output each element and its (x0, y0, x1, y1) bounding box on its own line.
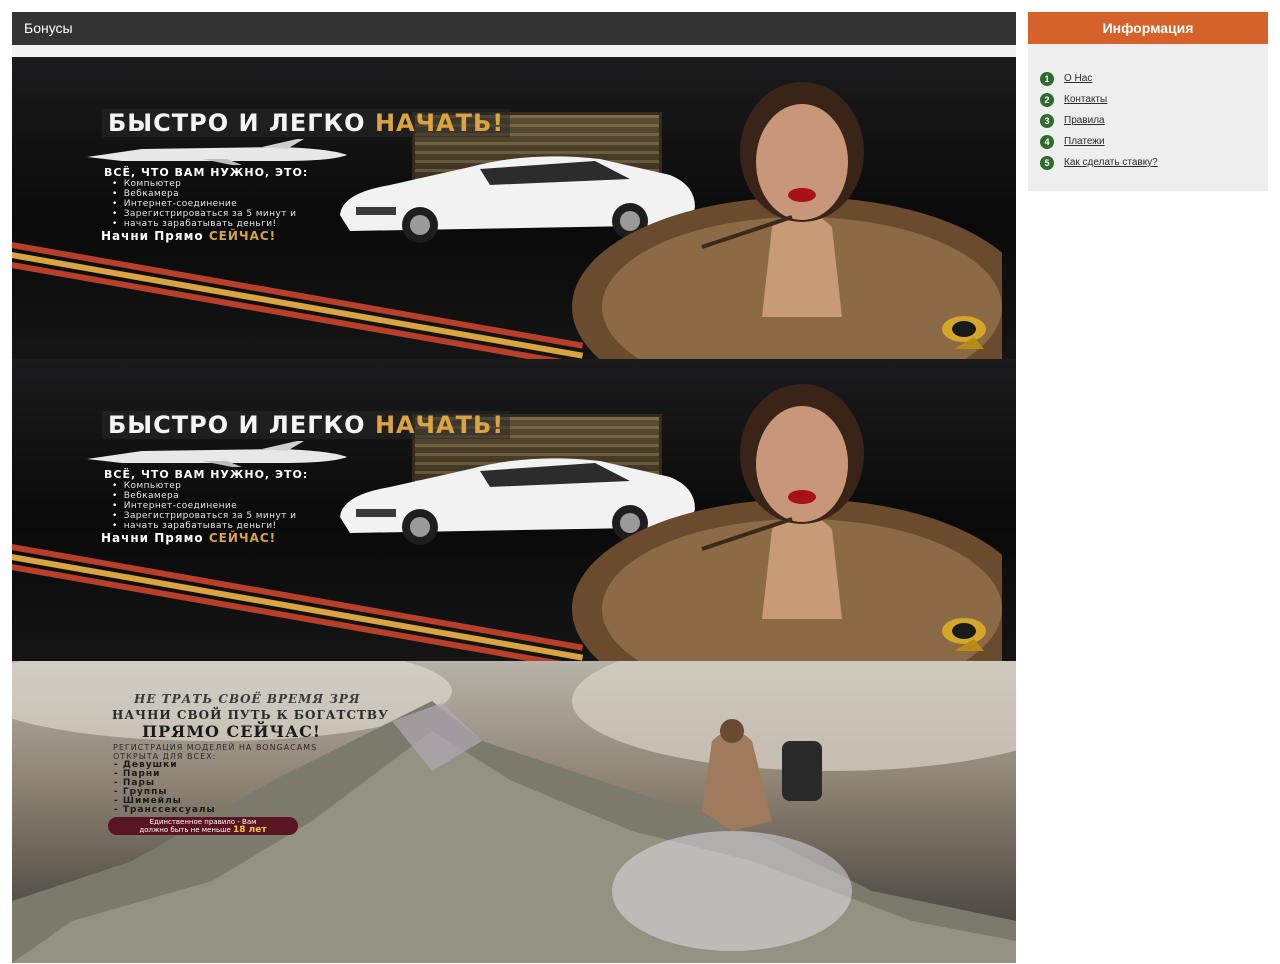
page: Бонусы БЫСТРО И ЛЕГКО НАЧАТЬ! ВСЁ, ЧТО В… (0, 0, 1280, 964)
list-item: Зарегистрироваться за 5 минут и (112, 511, 296, 521)
list-item: Зарегистрироваться за 5 минут и (112, 209, 296, 219)
number-badge: 3 (1040, 113, 1054, 128)
promo-banner-wealth[interactable]: НЕ ТРАТЬ СВОЁ ВРЕМЯ ЗРЯ НАЧНИ СВОЙ ПУТЬ … (12, 661, 1016, 963)
banner-headline: БЫСТРО И ЛЕГКО НАЧАТЬ! (102, 411, 511, 439)
wealth-headline: НАЧНИ СВОЙ ПУТЬ К БОГАТСТВУ (112, 708, 389, 722)
age-rule-badge: Единственное правило - Вам должно быть н… (108, 817, 298, 835)
section-title: Бонусы (12, 12, 1016, 45)
info-item-rules: 3 Правила (1040, 110, 1268, 131)
link-contacts[interactable]: Контакты (1064, 94, 1107, 105)
info-item-how-to-bet: 5 Как сделать ставку? (1040, 152, 1268, 173)
list-item: начать зарабатывать деньги! (112, 521, 296, 531)
list-item: Компьютер (112, 481, 296, 491)
banner-cta: Начни Прямо СЕЙЧАС! (101, 229, 277, 243)
wealth-cta: ПРЯМО СЕЙЧАС! (142, 722, 321, 741)
list-item: начать зарабатывать деньги! (112, 219, 296, 229)
registration-note: РЕГИСТРАЦИЯ МОДЕЛЕЙ НА BONGACAMS ОТКРЫТА … (113, 743, 318, 761)
number-badge: 1 (1040, 71, 1054, 86)
audience-list: Девушки Парни Пары Группы Шимейлы Трансс… (114, 761, 216, 815)
banner-cta: Начни Прямо СЕЙЧАС! (101, 531, 277, 545)
promo-banner-start[interactable]: БЫСТРО И ЛЕГКО НАЧАТЬ! ВСЁ, ЧТО ВАМ НУЖН… (12, 359, 1016, 661)
link-payments[interactable]: Платежи (1064, 136, 1105, 147)
sidebar-body: 1 О Нас 2 Контакты 3 Правила 4 Платежи 5… (1028, 44, 1268, 191)
list-item: Компьютер (112, 179, 296, 189)
list-item: Вебкамера (112, 189, 296, 199)
decor-stripe (12, 235, 584, 349)
info-item-payments: 4 Платежи (1040, 131, 1268, 152)
sidebar-title: Информация (1028, 12, 1268, 44)
wealth-tagline: НЕ ТРАТЬ СВОЁ ВРЕМЯ ЗРЯ (134, 692, 361, 706)
requirements-list: Компьютер Вебкамера Интернет-соединение … (112, 179, 296, 229)
brand-logo-icon (942, 316, 986, 349)
number-badge: 5 (1040, 155, 1054, 170)
header-divider (12, 45, 1016, 57)
info-item-contacts: 2 Контакты (1040, 89, 1268, 110)
info-sidebar: Информация 1 О Нас 2 Контакты 3 Правила … (1028, 12, 1268, 191)
brand-logo-icon (942, 618, 986, 651)
banner-headline: БЫСТРО И ЛЕГКО НАЧАТЬ! (102, 109, 511, 137)
jet-image (87, 441, 347, 467)
banner-subtitle: ВСЁ, ЧТО ВАМ НУЖНО, ЭТО: (104, 166, 309, 179)
link-rules[interactable]: Правила (1064, 115, 1105, 126)
decor-stripe (12, 537, 584, 651)
main-column: Бонусы БЫСТРО И ЛЕГКО НАЧАТЬ! ВСЁ, ЧТО В… (12, 12, 1016, 963)
list-item: Интернет-соединение (112, 199, 296, 209)
number-badge: 4 (1040, 134, 1054, 149)
link-how-to-bet[interactable]: Как сделать ставку? (1064, 157, 1158, 168)
list-item: Интернет-соединение (112, 501, 296, 511)
requirements-list: Компьютер Вебкамера Интернет-соединение … (112, 481, 296, 531)
promo-banner-start[interactable]: БЫСТРО И ЛЕГКО НАЧАТЬ! ВСЁ, ЧТО ВАМ НУЖН… (12, 57, 1016, 359)
list-item: Транссексуалы (114, 806, 216, 815)
banner-subtitle: ВСЁ, ЧТО ВАМ НУЖНО, ЭТО: (104, 468, 309, 481)
info-item-about: 1 О Нас (1040, 68, 1268, 89)
list-item: Вебкамера (112, 491, 296, 501)
link-about[interactable]: О Нас (1064, 73, 1092, 84)
number-badge: 2 (1040, 92, 1054, 107)
jet-image (87, 139, 347, 165)
